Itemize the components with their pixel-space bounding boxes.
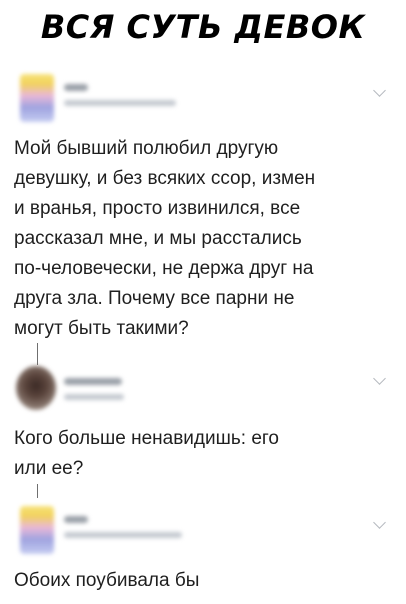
post-meta-redacted [64,532,182,538]
avatar[interactable] [20,74,54,122]
avatar[interactable] [20,506,54,554]
chevron-down-icon[interactable] [373,516,386,529]
thread-connector [37,484,38,498]
post-meta-redacted [64,394,124,400]
thread-connector [37,343,38,365]
chevron-down-icon[interactable] [373,372,386,385]
comment-text: Кого больше ненавидишь: его или ее? [14,428,279,479]
avatar[interactable] [16,366,56,410]
chevron-down-icon[interactable] [373,84,386,97]
author-name-redacted [64,516,88,523]
comment-text: Обоих поубивала бы [14,570,200,591]
post-text: Мой бывший полюбил другую девушку, и без… [14,138,316,339]
author-name-redacted [64,378,122,385]
author-name-redacted [64,84,88,91]
post-meta-redacted [64,100,176,106]
page-title: ВСЯ СУТЬ ДЕВОК [40,8,366,46]
